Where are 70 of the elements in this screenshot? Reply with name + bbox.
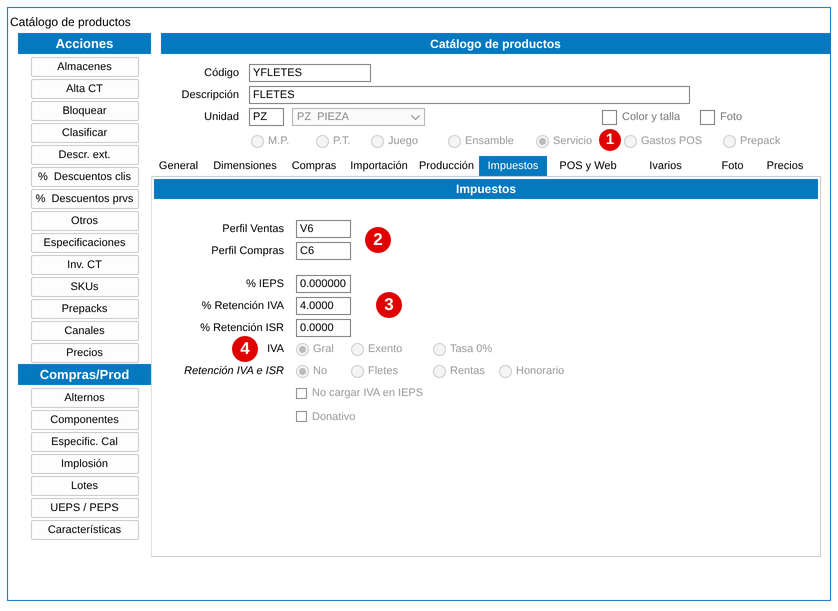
text-field[interactable]: 0.000000 xyxy=(296,275,351,293)
action-button[interactable]: Componentes xyxy=(30,410,138,430)
radio-label: Gastos POS xyxy=(641,134,702,149)
checkbox-label: Donativo xyxy=(312,410,356,424)
radio-label: Juego xyxy=(388,134,418,149)
section-header: Acciones xyxy=(18,33,151,54)
radio-label: Prepack xyxy=(740,134,780,149)
radio-label: No xyxy=(313,364,328,379)
action-button[interactable]: Precios xyxy=(30,343,138,363)
text-field[interactable]: PZ xyxy=(249,108,284,126)
action-button[interactable]: Alternos xyxy=(30,388,138,408)
action-button[interactable]: Prepacks xyxy=(30,299,138,319)
action-button[interactable]: % Descuentos clis xyxy=(30,167,138,187)
radio-label: Exento xyxy=(368,342,402,357)
action-button[interactable]: Clasificar xyxy=(30,123,138,143)
radio-label: Rentas xyxy=(450,364,485,379)
checkbox-label: Foto xyxy=(720,110,742,125)
checkbox-label: No cargar IVA en IEPS xyxy=(312,386,424,401)
action-button[interactable]: Inv. CT xyxy=(30,255,138,275)
text-field[interactable]: V6 xyxy=(296,220,351,238)
field-label: Perfil Compras xyxy=(211,244,284,259)
checkbox[interactable] xyxy=(700,110,716,124)
action-button[interactable]: SKUs xyxy=(30,277,138,297)
number-badge: 4 xyxy=(232,336,258,362)
radio-label: Tasa 0% xyxy=(450,342,492,357)
action-button[interactable]: Alta CT xyxy=(30,79,138,99)
field-label: Perfil Ventas xyxy=(222,222,284,237)
action-button[interactable]: Especific. Cal xyxy=(30,432,138,452)
radio-label: Servicio xyxy=(553,134,592,149)
radio-label: P.T. xyxy=(333,134,351,149)
window-title: Catálogo de productos xyxy=(9,14,131,31)
action-button[interactable]: UEPS / PEPS xyxy=(30,498,138,518)
field-label: Unidad xyxy=(203,110,239,125)
field-label: Descripción xyxy=(180,88,239,103)
section-header: Catálogo de productos xyxy=(161,33,830,54)
text-field[interactable]: 4.0000 xyxy=(296,297,351,315)
section-header: Compras/Prod xyxy=(18,364,151,385)
panel-header: Impuestos xyxy=(154,179,818,199)
text-field[interactable]: FLETES xyxy=(249,86,690,104)
radio-label: Ensamble xyxy=(465,134,514,149)
action-button[interactable]: Características xyxy=(30,520,138,540)
action-button[interactable]: Especificaciones xyxy=(30,233,138,253)
number-badge: 3 xyxy=(376,292,402,318)
action-button[interactable]: Almacenes xyxy=(30,57,138,77)
action-button[interactable]: Descr. ext. xyxy=(30,145,138,165)
field-label: % Retención ISR xyxy=(200,320,284,336)
text-field[interactable]: YFLETES xyxy=(249,64,371,82)
radio-label: M.P. xyxy=(268,134,290,149)
chevron-down-icon xyxy=(411,114,420,120)
action-button[interactable]: Bloquear xyxy=(30,101,138,121)
number-badge: 1 xyxy=(599,129,621,151)
checkbox-label: Color y talla xyxy=(622,110,680,125)
radio-label: Gral xyxy=(313,342,334,357)
field-label: Código xyxy=(203,66,239,81)
action-button[interactable]: Implosión xyxy=(30,454,138,474)
action-button[interactable]: Canales xyxy=(30,321,138,341)
field-label: % Retención IVA xyxy=(202,298,284,314)
checkbox[interactable] xyxy=(602,110,617,124)
radio-label: Fletes xyxy=(368,364,398,379)
text-field[interactable]: C6 xyxy=(296,242,351,260)
field-label: Retención IVA e ISR xyxy=(184,364,284,379)
action-button[interactable]: % Descuentos prvs xyxy=(30,189,138,209)
tab[interactable]: Impuestos xyxy=(479,156,547,176)
action-button[interactable]: Lotes xyxy=(30,476,138,496)
field-label: IVA xyxy=(267,342,284,357)
field-label: % IEPS xyxy=(246,276,284,292)
radio-label: Honorario xyxy=(516,364,564,379)
number-badge: 2 xyxy=(365,227,391,253)
text-field[interactable]: 0.0000 xyxy=(296,319,351,337)
action-button[interactable]: Otros xyxy=(30,211,138,231)
